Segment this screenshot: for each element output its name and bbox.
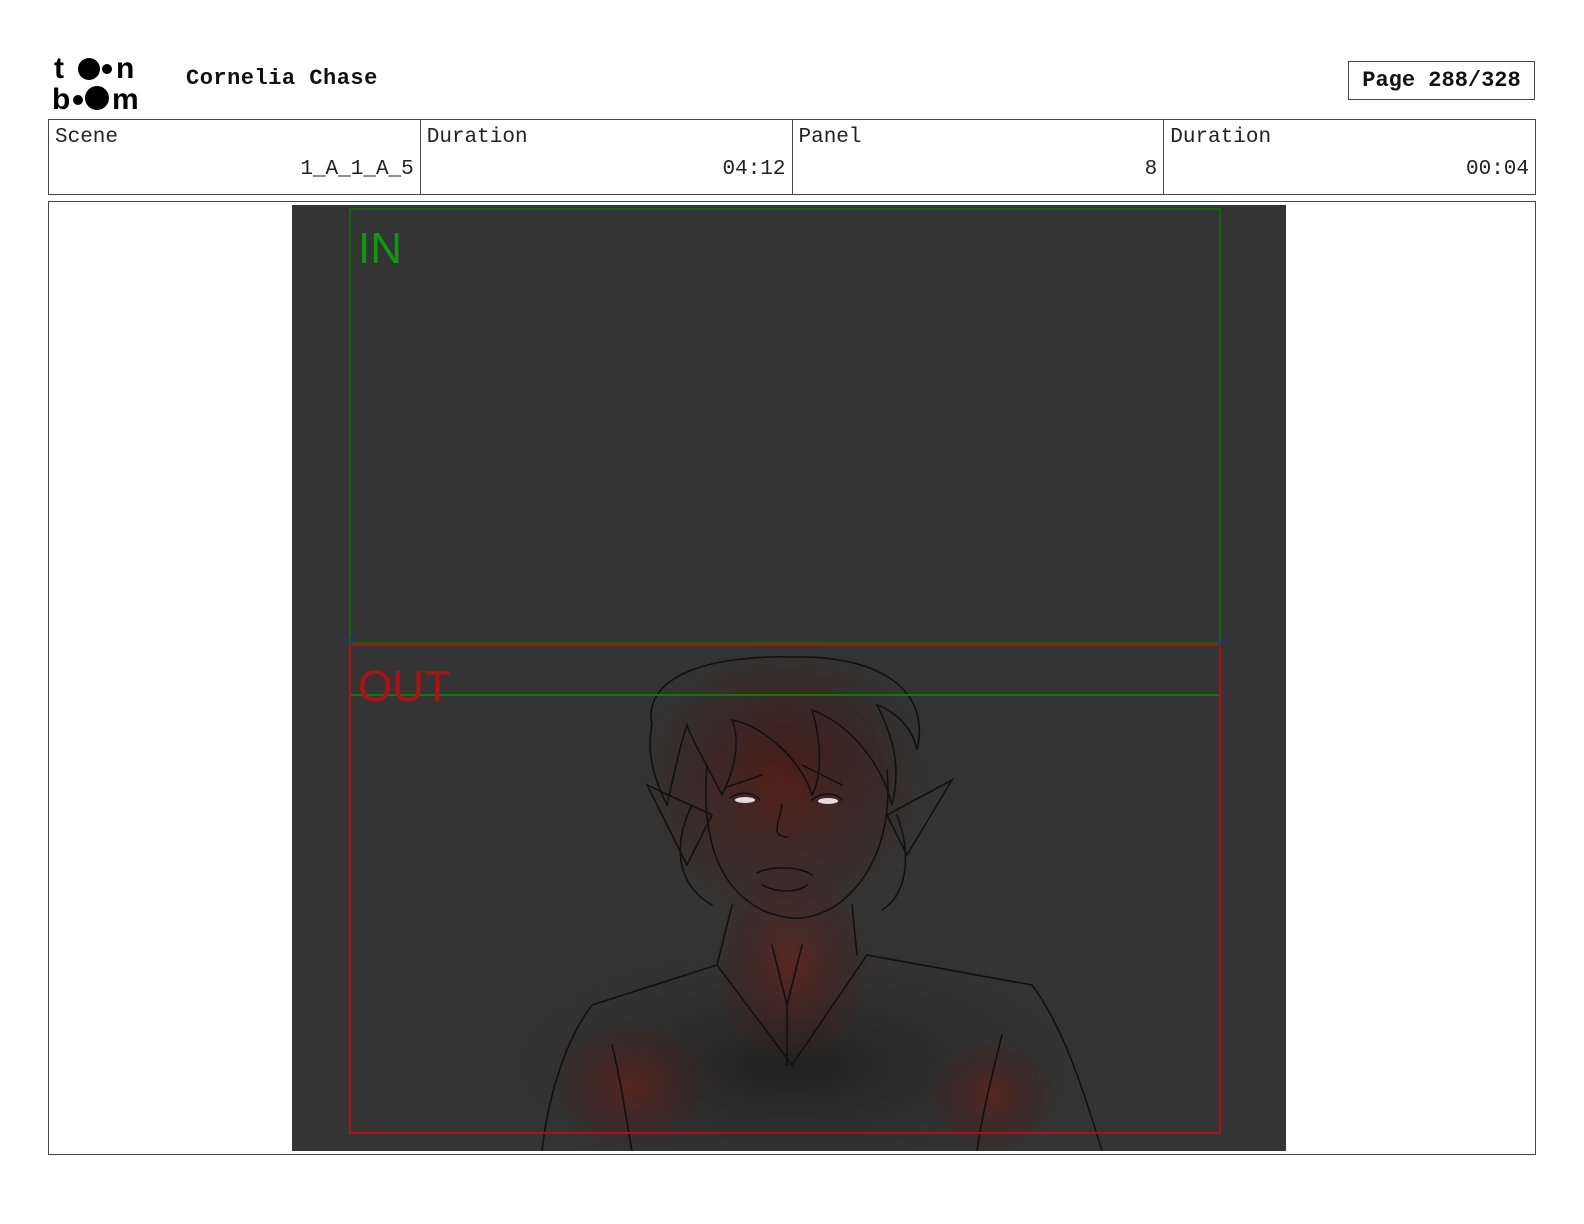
page-number: Page 288/328 bbox=[1348, 61, 1535, 100]
storyboard-panel-image: IN OUT bbox=[292, 205, 1286, 1151]
scene-duration-label: Duration bbox=[426, 126, 528, 149]
shoulder-glow-left bbox=[542, 1015, 722, 1151]
svg-text:b: b bbox=[52, 83, 70, 112]
in-frame-label: IN bbox=[358, 224, 402, 273]
eye-left bbox=[735, 797, 755, 803]
scene-info-table: Scene 1_A_1_A_5 Duration 04:12 Panel 8 D… bbox=[48, 119, 1536, 195]
out-frame-label: OUT bbox=[358, 662, 451, 711]
panel-duration-cell: Duration 00:04 bbox=[1164, 120, 1535, 194]
panel-duration-value: 00:04 bbox=[1465, 158, 1529, 181]
scene-label: Scene bbox=[55, 126, 119, 149]
scene-cell: Scene 1_A_1_A_5 bbox=[49, 120, 421, 194]
scene-value: 1_A_1_A_5 bbox=[300, 158, 414, 181]
svg-text:m: m bbox=[112, 83, 139, 112]
panel-cell: Panel 8 bbox=[793, 120, 1165, 194]
project-title: Cornelia Chase bbox=[186, 66, 378, 91]
panel-label: Panel bbox=[798, 126, 862, 149]
panel-duration-label: Duration bbox=[1170, 126, 1272, 149]
eye-right bbox=[818, 798, 838, 804]
svg-text:t: t bbox=[54, 52, 64, 85]
svg-text:n: n bbox=[116, 52, 134, 85]
panel-value: 8 bbox=[1144, 158, 1158, 181]
scene-duration-value: 04:12 bbox=[722, 158, 786, 181]
toon-boom-logo: t n b m bbox=[52, 52, 139, 112]
scene-duration-cell: Duration 04:12 bbox=[421, 120, 793, 194]
